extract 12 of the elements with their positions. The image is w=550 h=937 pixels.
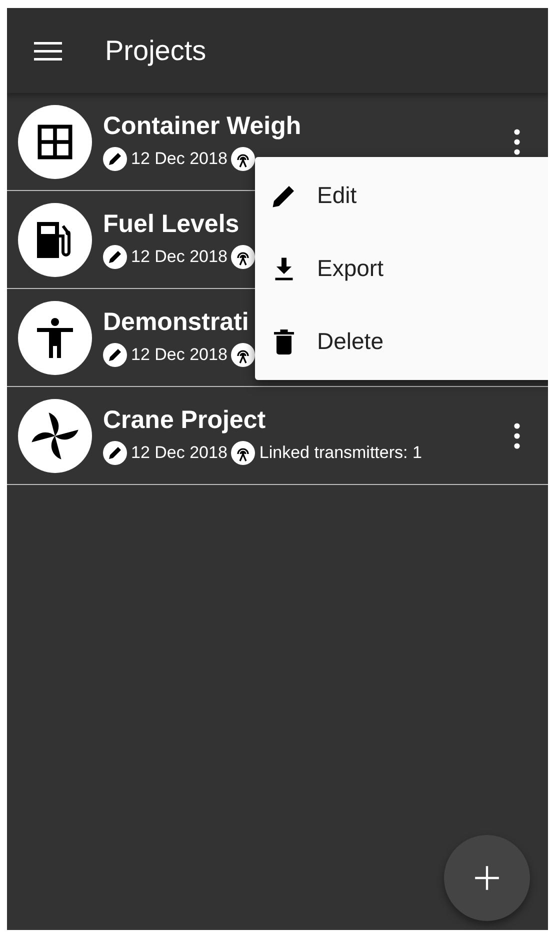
menu-item-label: Export (317, 255, 384, 282)
project-date: 12 Dec 2018 (131, 345, 228, 365)
project-date: 12 Dec 2018 (131, 247, 228, 267)
project-name: Fuel Levels (103, 210, 240, 239)
project-name: Demonstrati (103, 308, 250, 337)
project-date: 12 Dec 2018 (131, 443, 228, 463)
project-name: Container Weigh (103, 112, 302, 141)
project-date: 12 Dec 2018 (131, 149, 228, 169)
screen-title: Projects (105, 34, 206, 66)
linked-transmitters: Linked transmitters: 1 (259, 443, 422, 463)
menu-item-label: Delete (317, 328, 384, 355)
project-name: Crane Project (103, 406, 267, 435)
